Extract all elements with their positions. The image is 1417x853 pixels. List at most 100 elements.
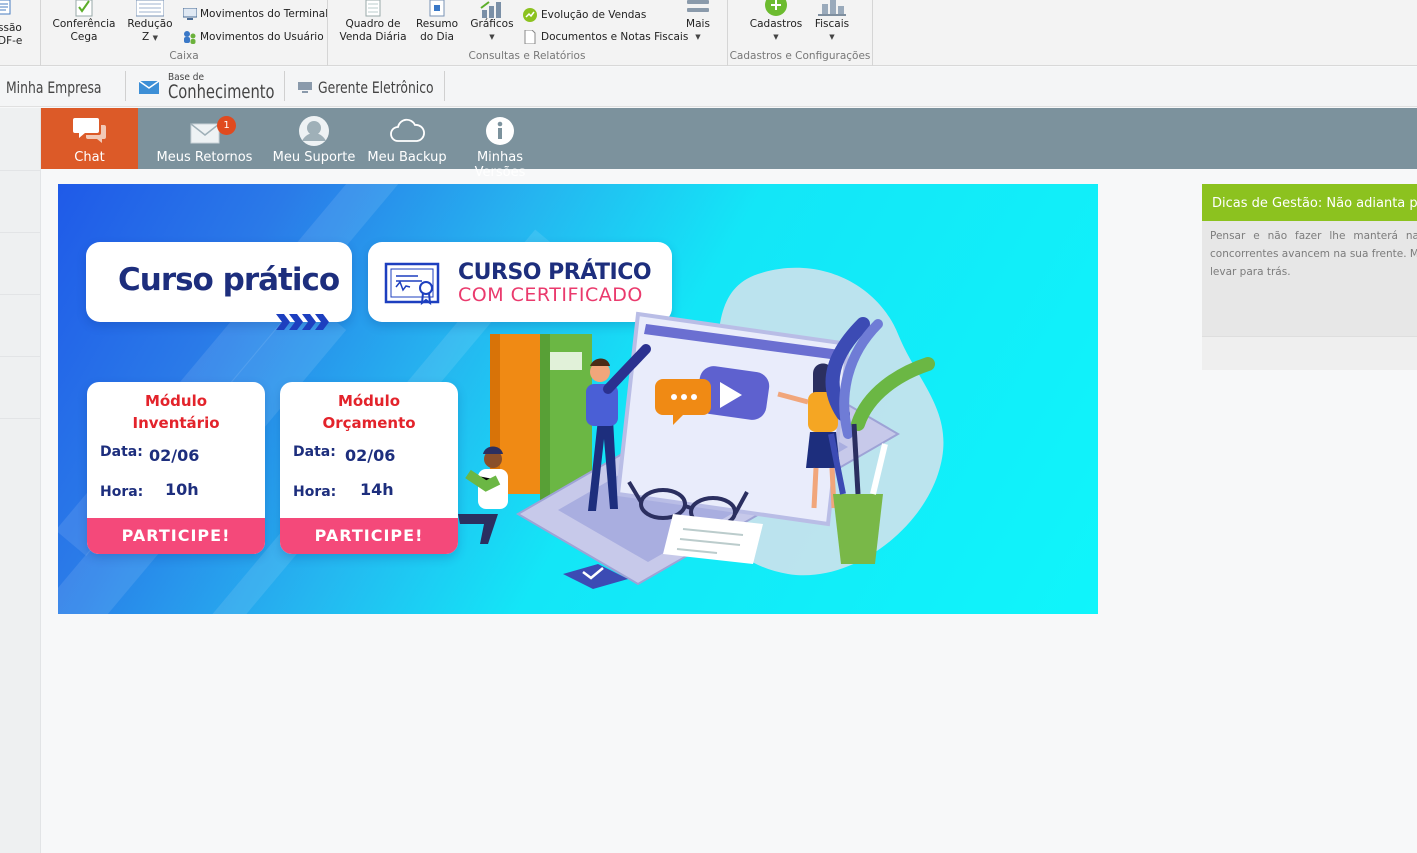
group-label-caixa: Caixa xyxy=(169,50,199,62)
chevron-down-icon: ▼ xyxy=(773,33,779,41)
nav-meu-backup[interactable]: Meu Backup xyxy=(361,108,453,169)
documentos-notas-button[interactable]: Documentos e Notas Fiscais xyxy=(522,30,688,44)
module-line2: Orçamento xyxy=(322,414,416,432)
partial-emissao-button[interactable]: ssão DF-e xyxy=(0,0,28,48)
minha-empresa-label: Minha Empresa xyxy=(6,77,102,97)
date-value: 02/06 xyxy=(149,446,200,465)
course-banner[interactable]: Curso prático CURSO PRÁTICO COM CERTIFIC… xyxy=(58,184,1098,614)
movimentos-usuario-button[interactable]: Movimentos do Usuário xyxy=(183,30,324,44)
conferencia-label-1: Conferência xyxy=(52,18,116,30)
partial-label-1: ssão xyxy=(0,22,22,34)
nav-meu-suporte-label: Meu Suporte xyxy=(272,150,356,165)
document-icon xyxy=(0,0,11,15)
module-title-1: Módulo Inventário xyxy=(87,390,265,434)
quadro-label-2: Venda Diária xyxy=(339,31,407,43)
checklist-icon xyxy=(75,0,93,17)
nav-meus-retornos-label: Meus Retornos xyxy=(156,150,253,165)
group-label-cadastros: Cadastros e Configurações xyxy=(729,50,871,62)
course-title: Curso prático xyxy=(118,262,340,298)
group-label-consultas: Consultas e Relatórios xyxy=(468,50,586,62)
nav-meus-retornos[interactable]: Meus Retornos 1 xyxy=(152,108,257,169)
quick-access-bar: Minha Empresa Base de Conhecimento Geren… xyxy=(0,67,1417,107)
menu-lines-icon xyxy=(687,0,709,12)
support-nav-bar: Chat Meus Retornos 1 Meu Suporte Meu Bac… xyxy=(41,108,1417,180)
gerente-eletronico-label: Gerente Eletrônico xyxy=(318,77,434,97)
divider xyxy=(0,232,41,233)
divider xyxy=(0,294,41,295)
hour-label: Hora: xyxy=(293,484,337,500)
info-icon xyxy=(486,117,514,145)
tips-header: Dicas de Gestão: Não adianta per xyxy=(1202,184,1417,221)
title-card: Curso prático xyxy=(86,242,352,330)
chevron-down-icon: ▼ xyxy=(695,33,701,41)
users-icon xyxy=(184,31,196,44)
online-course-illustration xyxy=(458,311,935,589)
left-side-panel xyxy=(0,108,41,853)
certificate-icon xyxy=(384,262,440,306)
quadro-label-1: Quadro de xyxy=(345,18,401,30)
nav-meu-backup-label: Meu Backup xyxy=(367,150,447,165)
nav-minhas-versoes[interactable]: Minhas Versões xyxy=(451,108,549,180)
toolbar-separator xyxy=(125,71,126,101)
evolucao-vendas-label: Evolução de Vendas xyxy=(541,9,647,21)
resumo-dia-button[interactable]: Resumo do Dia xyxy=(412,0,462,44)
divider xyxy=(0,356,41,357)
hour-value: 14h xyxy=(360,480,394,499)
gerente-eletronico-button[interactable]: Gerente Eletrônico xyxy=(298,67,452,107)
date-label: Data: xyxy=(293,444,336,460)
mais-button[interactable]: Mais ▼ xyxy=(680,0,716,44)
participe-button[interactable]: PARTICIPE! xyxy=(280,518,458,554)
module-title-2: Módulo Orçamento xyxy=(280,390,458,434)
module-line2: Inventário xyxy=(132,414,220,432)
envelope-book-icon xyxy=(138,80,160,94)
add-circle-icon xyxy=(765,0,787,16)
nav-minhas-versoes-label: Minhas Versões xyxy=(474,150,526,180)
monitor-icon xyxy=(183,8,197,20)
base-conhecimento-button[interactable]: Base de Conhecimento xyxy=(138,67,276,107)
quadro-venda-diaria-button[interactable]: Quadro de Venda Diária xyxy=(338,0,408,44)
chevrons-icon xyxy=(276,314,329,330)
cadastros-label: Cadastros xyxy=(749,18,803,30)
resumo-label-1: Resumo xyxy=(415,18,459,30)
toolbar-separator xyxy=(284,71,285,101)
module-card-inventario: Módulo Inventário Data: 02/06 Hora: 10h P… xyxy=(87,382,265,554)
nav-chat[interactable]: Chat xyxy=(41,108,138,169)
movimentos-usuario-label: Movimentos do Usuário xyxy=(200,31,324,43)
reducao-z-button[interactable]: Redução Z ▼ xyxy=(124,0,176,45)
date-value: 02/06 xyxy=(345,446,396,465)
bar-chart-icon xyxy=(480,1,501,18)
tips-footer xyxy=(1202,336,1417,370)
cloud-icon xyxy=(390,118,425,142)
conhecimento-label: Conhecimento xyxy=(168,81,275,103)
graficos-button[interactable]: Gráficos ▼ xyxy=(468,0,516,44)
movimentos-terminal-label: Movimentos do Terminal xyxy=(200,8,329,20)
evolucao-vendas-button[interactable]: Evolução de Vendas xyxy=(522,8,646,22)
fiscal-chart-icon xyxy=(818,0,846,16)
file-icon xyxy=(524,30,536,44)
notification-badge: 1 xyxy=(217,116,236,135)
hour-label: Hora: xyxy=(100,484,144,500)
nav-meu-suporte[interactable]: Meu Suporte xyxy=(267,108,361,169)
report-icon xyxy=(136,0,164,17)
divider xyxy=(0,418,41,419)
conferencia-cega-button[interactable]: Conferência Cega xyxy=(52,0,116,44)
date-label: Data: xyxy=(100,444,143,460)
sheet-icon xyxy=(365,0,381,17)
ribbon-separator xyxy=(40,0,41,66)
chevron-down-icon: ▼ xyxy=(152,34,158,42)
chat-bubbles-icon xyxy=(72,118,106,143)
minha-empresa-button[interactable]: Minha Empresa xyxy=(6,67,117,107)
growth-icon xyxy=(523,8,537,22)
movimentos-terminal-button[interactable]: Movimentos do Terminal xyxy=(183,8,328,20)
documentos-notas-label: Documentos e Notas Fiscais xyxy=(541,31,689,43)
cadastros-button[interactable]: Cadastros ▼ xyxy=(746,0,806,44)
participe-button[interactable]: PARTICIPE! xyxy=(87,518,265,554)
reducao-label-1: Redução xyxy=(127,18,173,30)
fiscais-label: Fiscais xyxy=(814,18,850,30)
toolbar-separator xyxy=(444,71,445,101)
fiscais-button[interactable]: Fiscais ▼ xyxy=(810,0,854,44)
chevron-down-icon: ▼ xyxy=(489,33,495,41)
module-card-orcamento: Módulo Orçamento Data: 02/06 Hora: 14h PA… xyxy=(280,382,458,554)
module-line1: Módulo xyxy=(144,392,208,410)
dicas-gestao-panel[interactable]: Dicas de Gestão: Não adianta per Pensar … xyxy=(1202,184,1417,370)
